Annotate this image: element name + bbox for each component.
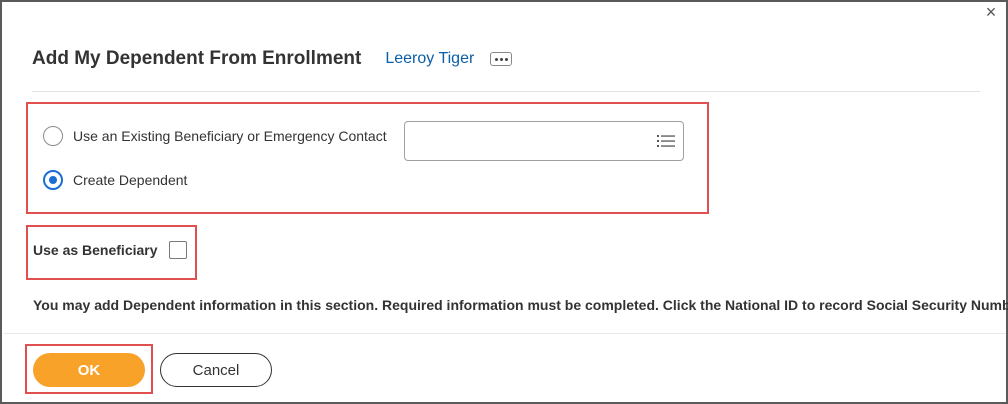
list-icon[interactable]: [657, 134, 675, 148]
info-text: You may add Dependent information in thi…: [33, 297, 1008, 313]
existing-contact-prompt-input[interactable]: [404, 121, 684, 161]
radio-option-existing[interactable]: Use an Existing Beneficiary or Emergency…: [43, 126, 387, 146]
header-divider: [32, 91, 980, 92]
ok-button[interactable]: OK: [33, 353, 145, 387]
close-icon[interactable]: ×: [982, 3, 1000, 22]
page-title: Add My Dependent From Enrollment: [32, 48, 362, 69]
worker-link[interactable]: Leeroy Tiger: [385, 50, 474, 68]
dialog: × Add My Dependent From Enrollment Leero…: [0, 0, 1008, 404]
more-horizontal-icon-dot: [504, 57, 508, 61]
footer-divider: [4, 333, 1006, 334]
radio-label-create: Create Dependent: [73, 172, 188, 188]
related-actions-button[interactable]: [490, 52, 513, 66]
radio-selected-dot: [49, 176, 57, 184]
more-horizontal-icon-dot: [494, 57, 498, 61]
radio-existing[interactable]: [43, 126, 63, 146]
radio-create[interactable]: [43, 170, 63, 190]
cancel-button[interactable]: Cancel: [160, 353, 272, 387]
use-as-beneficiary-checkbox[interactable]: [169, 241, 187, 259]
more-horizontal-icon-dot: [499, 57, 503, 61]
dialog-header: Add My Dependent From Enrollment Leeroy …: [32, 46, 513, 72]
radio-option-create[interactable]: Create Dependent: [43, 170, 187, 190]
radio-label-existing: Use an Existing Beneficiary or Emergency…: [73, 128, 387, 144]
use-as-beneficiary-label: Use as Beneficiary: [33, 242, 158, 258]
